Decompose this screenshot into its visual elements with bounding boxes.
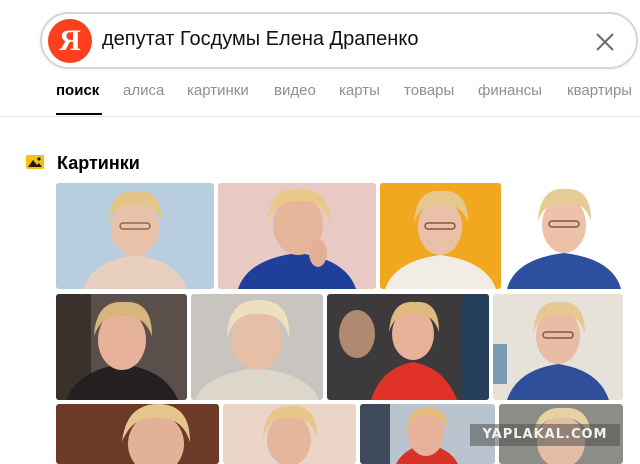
image-thumbnail[interactable] [218, 183, 376, 289]
search-bar[interactable]: Я депутат Госдумы Елена Драпенко [40, 12, 638, 69]
image-thumbnail[interactable] [56, 183, 214, 289]
yandex-logo[interactable]: Я [48, 19, 92, 63]
images-section-title[interactable]: Картинки [57, 153, 140, 174]
tab-apartments[interactable]: квартиры [567, 82, 632, 99]
image-icon [26, 155, 44, 169]
watermark: YAPLAKAL.COM [470, 424, 620, 446]
divider [0, 116, 640, 117]
tab-maps[interactable]: карты [339, 82, 380, 99]
image-thumbnail[interactable] [191, 294, 323, 400]
clear-icon[interactable] [590, 27, 620, 57]
tab-video[interactable]: видео [274, 82, 316, 99]
image-thumbnail[interactable] [380, 183, 501, 289]
tab-images[interactable]: картинки [187, 82, 249, 99]
tab-products[interactable]: товары [404, 82, 454, 99]
image-thumbnail[interactable] [327, 294, 489, 400]
tab-finance[interactable]: финансы [478, 82, 542, 99]
image-thumbnail[interactable] [223, 404, 356, 464]
tab-alice[interactable]: алиса [123, 82, 164, 99]
tab-search[interactable]: поиск [56, 82, 99, 99]
image-thumbnail[interactable] [56, 294, 187, 400]
image-thumbnail[interactable] [56, 404, 219, 464]
image-thumbnail[interactable] [493, 294, 623, 400]
search-input[interactable]: депутат Госдумы Елена Драпенко [102, 28, 418, 51]
active-tab-indicator [56, 113, 102, 115]
image-thumbnail[interactable] [505, 183, 623, 289]
